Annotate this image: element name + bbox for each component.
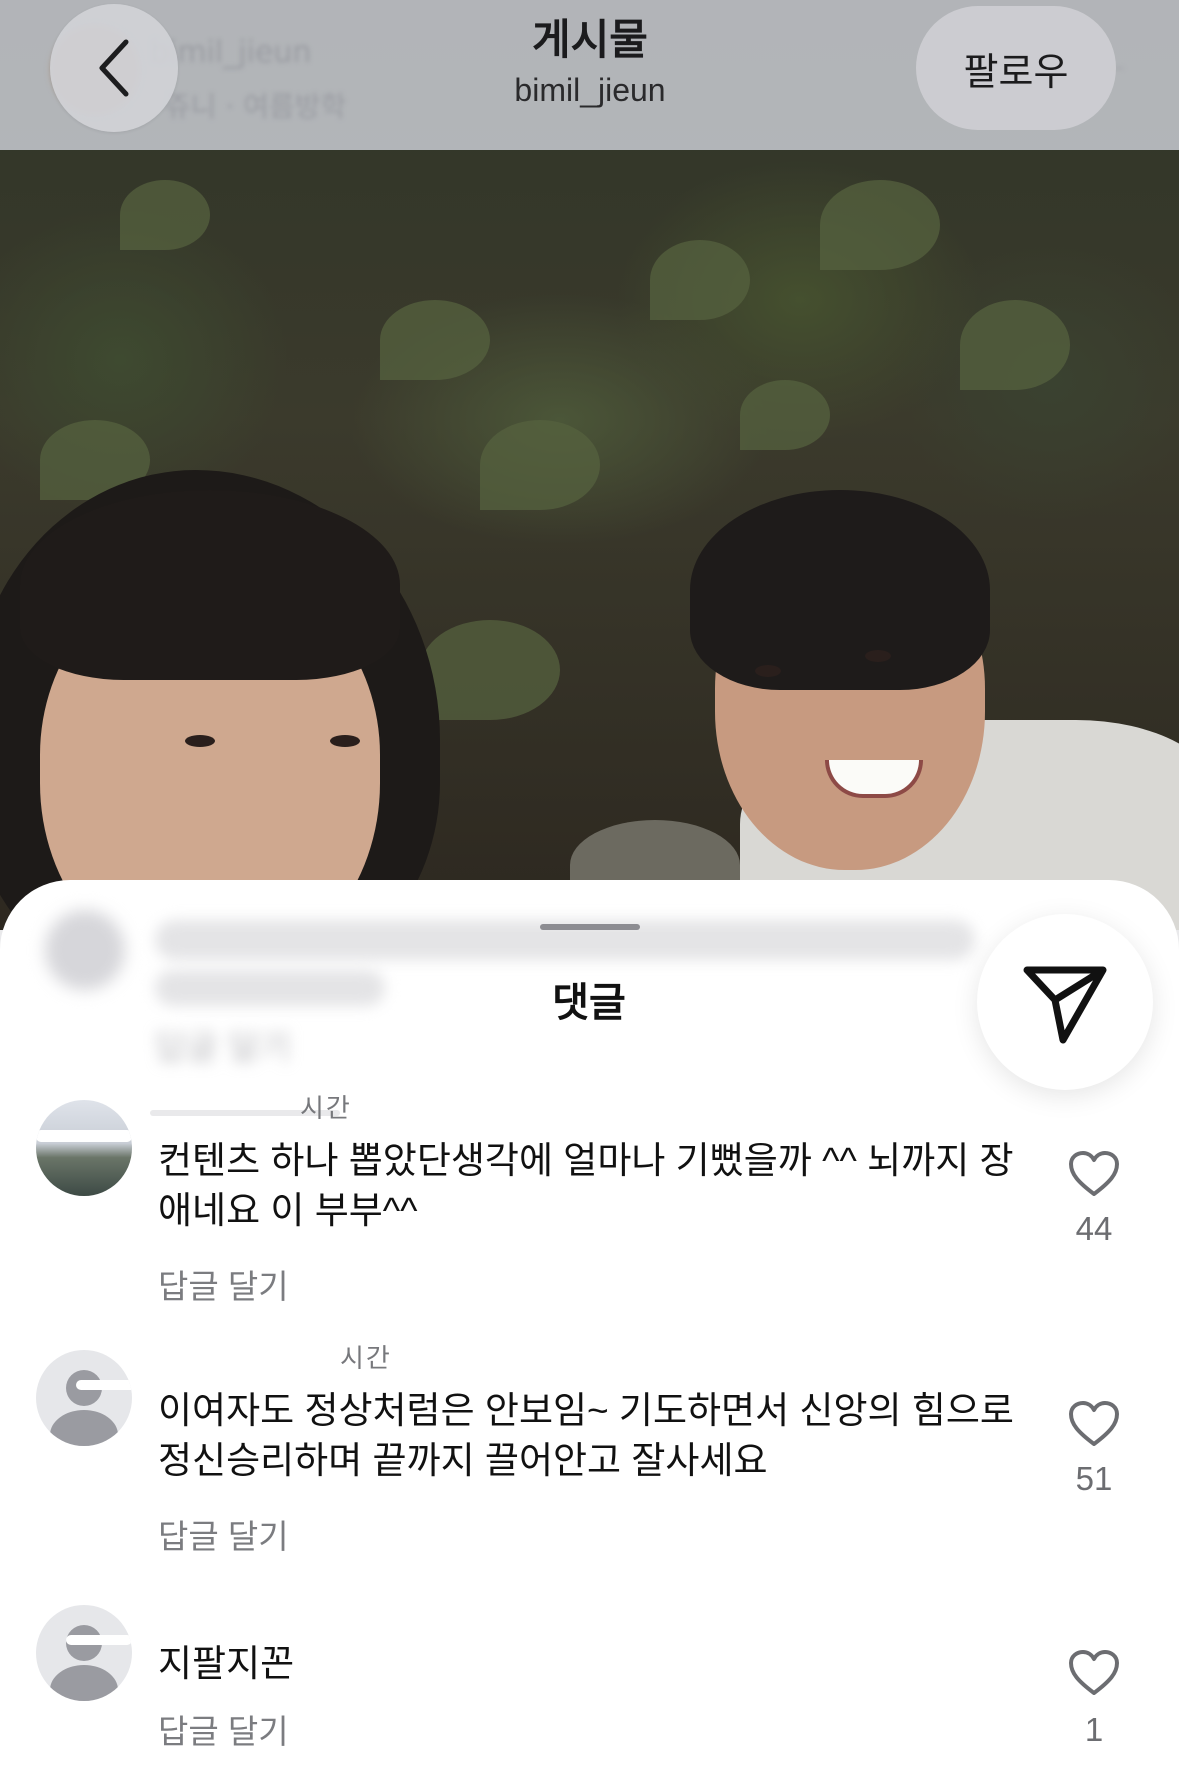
heart-outline-icon[interactable] — [1068, 1400, 1120, 1448]
back-button[interactable] — [50, 4, 178, 132]
paper-plane-icon — [1023, 966, 1107, 1044]
blurred-avatar — [45, 910, 125, 990]
comments-sheet: 답글 달기 댓글 시간 컨텐츠 하나 뽑았단생각에 얼마나 기뻤을까 ^^ 뇌까… — [0, 880, 1179, 1790]
like-count: 44 — [1075, 1210, 1113, 1247]
reply-button[interactable]: 답글 달기 — [158, 1260, 289, 1308]
page-subtitle-username: bimil_jieun — [514, 72, 666, 108]
heart-outline-icon[interactable] — [1068, 1649, 1120, 1697]
comment-text: 컨텐츠 하나 뽑았단생각에 얼마나 기뻤을까 ^^ 뇌까지 장애네요 이 부부^… — [158, 1140, 1014, 1231]
avatar[interactable] — [36, 1605, 132, 1701]
heart-outline-icon[interactable] — [1068, 1150, 1120, 1198]
blurred-comment-line — [155, 970, 385, 1006]
top-navigation-bar: bimil_jieun 쥬니 · 여름방학 – 게시물 bimil_jieun … — [0, 0, 1179, 150]
like-count: 51 — [1075, 1460, 1113, 1497]
avatar[interactable] — [36, 1100, 132, 1196]
avatar[interactable] — [36, 1350, 132, 1446]
blurred-reply-label: 답글 달기 — [155, 1028, 291, 1068]
behind-song: 쥬니 · 여름방학 — [165, 90, 347, 123]
sheet-title: 댓글 — [552, 981, 626, 1025]
sheet-grabber-handle[interactable] — [540, 924, 640, 930]
comment-timestamp: 시간 — [300, 1094, 352, 1124]
comment-text: 이여자도 정상처럼은 안보임~ 기도하면서 신앙의 힘으로 정신승리하며 끝까지… — [158, 1390, 1014, 1481]
reply-button[interactable]: 답글 달기 — [158, 1705, 289, 1753]
share-button[interactable] — [977, 914, 1153, 1090]
comment-timestamp: 시간 — [340, 1344, 392, 1374]
page-title: 게시물 — [532, 16, 648, 63]
reply-button[interactable]: 답글 달기 — [158, 1510, 289, 1558]
comment-text: 지팔지꼰 — [158, 1643, 295, 1684]
follow-button[interactable]: 팔로우 — [916, 6, 1116, 130]
like-count: 1 — [1084, 1711, 1104, 1748]
header-title-group: 게시물 bimil_jieun — [440, 12, 740, 112]
chevron-left-icon — [99, 39, 129, 97]
